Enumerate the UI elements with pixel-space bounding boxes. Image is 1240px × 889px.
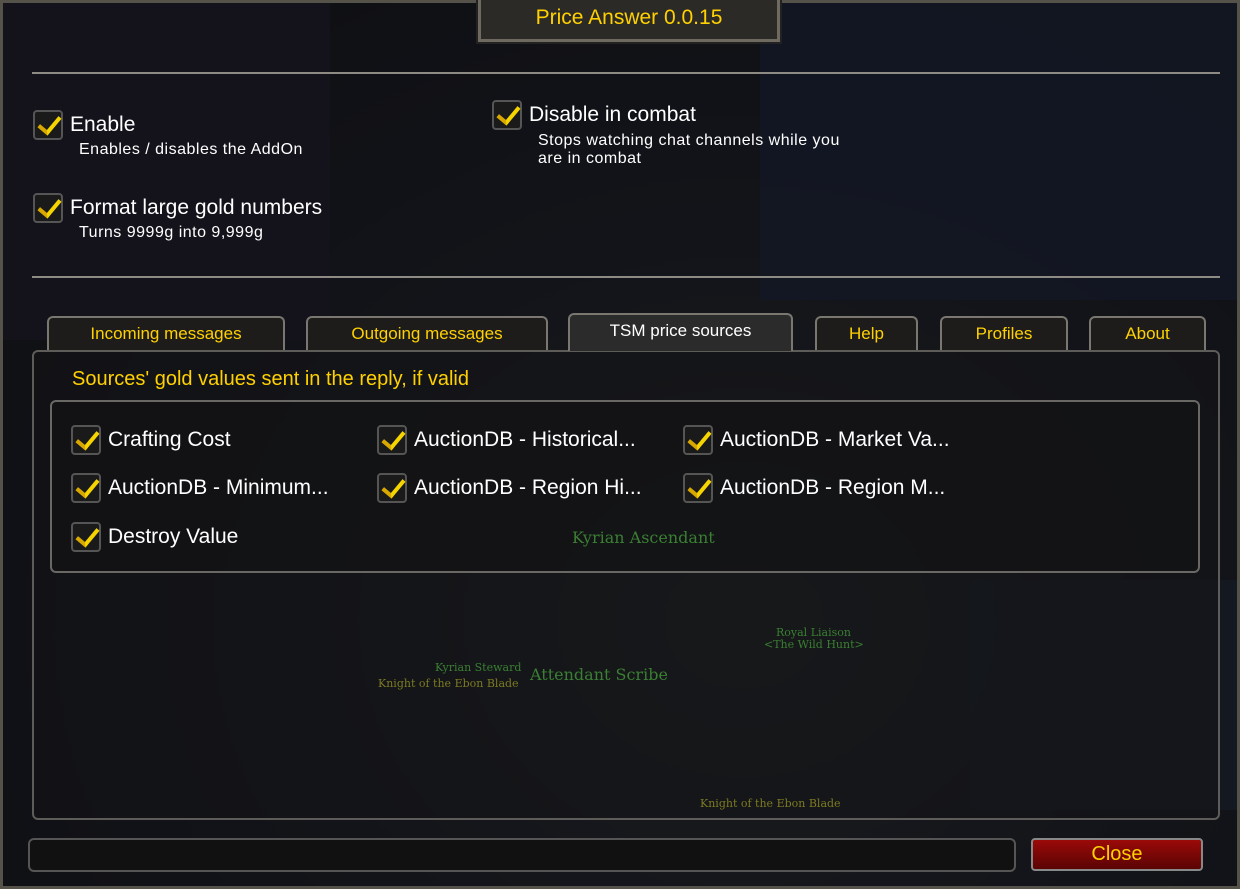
tab-tsm-price-sources[interactable]: TSM price sources bbox=[568, 313, 793, 351]
source-checkbox[interactable] bbox=[71, 425, 101, 455]
divider bbox=[32, 276, 1220, 278]
disable-in-combat-description: Stops watching chat channels while you a… bbox=[538, 132, 840, 167]
source-label: Crafting Cost bbox=[108, 428, 231, 451]
format-gold-label: Format large gold numbers bbox=[70, 196, 323, 219]
status-bar bbox=[28, 838, 1016, 872]
source-checkbox[interactable] bbox=[683, 473, 713, 503]
source-label: AuctionDB - Region M... bbox=[720, 476, 946, 499]
source-label: AuctionDB - Region Hi... bbox=[414, 476, 642, 499]
tab-about[interactable]: About bbox=[1089, 316, 1206, 350]
enable-description: Enables / disables the AddOn bbox=[79, 141, 303, 158]
source-checkbox[interactable] bbox=[683, 425, 713, 455]
source-checkbox[interactable] bbox=[377, 473, 407, 503]
tab-outgoing-messages[interactable]: Outgoing messages bbox=[306, 316, 548, 350]
source-label: AuctionDB - Minimum... bbox=[108, 476, 329, 499]
format-gold-checkbox[interactable] bbox=[33, 193, 63, 223]
window-title[interactable]: Price Answer 0.0.15 bbox=[476, 0, 782, 44]
close-button[interactable]: Close bbox=[1031, 838, 1203, 871]
disable-in-combat-checkbox[interactable] bbox=[492, 100, 522, 130]
source-checkbox[interactable] bbox=[71, 473, 101, 503]
source-label: AuctionDB - Historical... bbox=[414, 428, 636, 451]
source-checkbox[interactable] bbox=[377, 425, 407, 455]
enable-label: Enable bbox=[70, 113, 136, 136]
tab-incoming-messages[interactable]: Incoming messages bbox=[47, 316, 285, 350]
source-label: Destroy Value bbox=[108, 525, 239, 548]
source-label: AuctionDB - Market Va... bbox=[720, 428, 950, 451]
tab-help[interactable]: Help bbox=[815, 316, 918, 350]
divider bbox=[32, 72, 1220, 74]
tab-profiles[interactable]: Profiles bbox=[940, 316, 1068, 350]
enable-checkbox[interactable] bbox=[33, 110, 63, 140]
format-gold-description: Turns 9999g into 9,999g bbox=[79, 224, 264, 241]
source-checkbox[interactable] bbox=[71, 522, 101, 552]
panel-title: Sources' gold values sent in the reply, … bbox=[72, 368, 469, 390]
disable-in-combat-label: Disable in combat bbox=[529, 103, 696, 126]
